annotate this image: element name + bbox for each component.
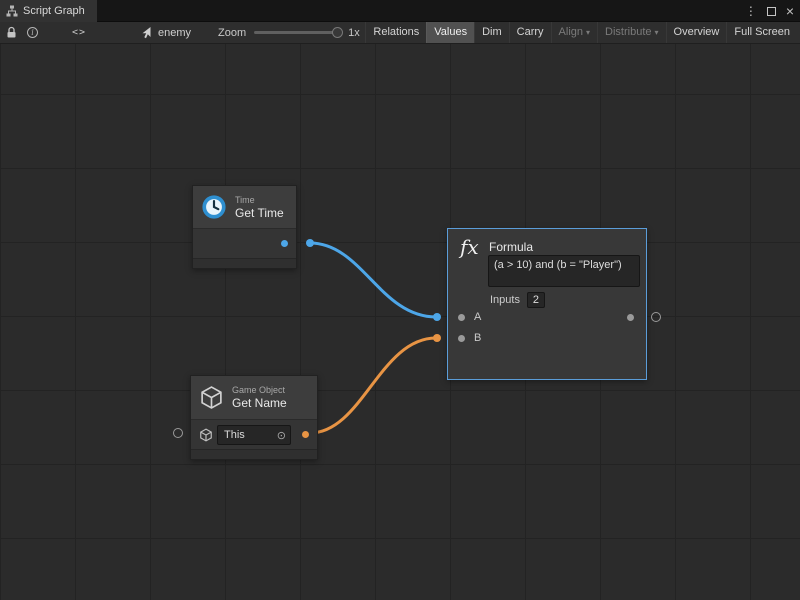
graph-canvas[interactable]: Time Get Time fx Formula (a > 10) and (b… [0, 44, 800, 600]
zoom-value: 1x [348, 27, 360, 39]
distribute-button[interactable]: Distribute ▾ [597, 22, 665, 43]
distribute-button-label: Distribute [605, 26, 651, 38]
port-b-label: B [474, 332, 481, 344]
formula-inputs-row: Inputs 2 [490, 292, 545, 308]
node-get-time-body [193, 228, 296, 258]
getname-target-connector[interactable] [173, 428, 183, 438]
port-time-output[interactable] [281, 240, 288, 247]
node-get-time-footer [193, 258, 296, 268]
node-get-name[interactable]: Game Object Get Name This ⊙ [190, 375, 318, 460]
target-object-value: This [218, 429, 277, 441]
wire-getname-to-formula-b[interactable] [310, 338, 436, 433]
node-title: Formula [489, 240, 533, 254]
port-a-input[interactable] [458, 314, 465, 321]
full-screen-button[interactable]: Full Screen [726, 22, 797, 43]
wire-endpoint-string-dest[interactable] [433, 334, 441, 342]
node-get-name-header[interactable]: Game Object Get Name [191, 376, 317, 419]
info-icon[interactable]: i [27, 27, 38, 38]
toolbar-buttons: Relations Values Dim Carry Align▾ Distri… [365, 22, 797, 43]
relations-button[interactable]: Relations [365, 22, 426, 43]
graph-toolbar: i <> enemy Zoom 1x Relations Values Dim … [0, 22, 800, 44]
inputs-count-field[interactable]: 2 [527, 292, 545, 308]
node-get-name-footer [191, 449, 317, 459]
node-get-time-titles: Time Get Time [235, 195, 284, 220]
script-graph-window: Script Graph ⋮ × i <> enemy Zoom [0, 0, 800, 600]
node-get-time-header[interactable]: Time Get Time [193, 186, 296, 228]
chevron-down-icon: ▾ [586, 28, 590, 37]
formula-fx-icon: fx [460, 235, 479, 259]
cube-icon [199, 428, 213, 442]
window-maximize-icon[interactable] [767, 7, 776, 16]
zoom-slider[interactable] [254, 31, 340, 34]
node-formula[interactable]: fx Formula (a > 10) and (b = "Player") I… [447, 228, 647, 380]
toolbar-left-group: i <> [6, 22, 86, 43]
window-controls: ⋮ × [745, 0, 798, 22]
node-get-time[interactable]: Time Get Time [192, 185, 297, 269]
graph-name-label: enemy [158, 27, 191, 39]
port-b-input[interactable] [458, 335, 465, 342]
dim-button[interactable]: Dim [474, 22, 509, 43]
overview-button[interactable]: Overview [666, 22, 727, 43]
node-get-name-body: This ⊙ [191, 419, 317, 449]
titlebar: Script Graph ⋮ × [0, 0, 800, 22]
tab-title: Script Graph [23, 5, 85, 17]
script-graph-icon [6, 5, 18, 17]
formula-expression-field[interactable]: (a > 10) and (b = "Player") [488, 255, 640, 287]
zoom-control: Zoom 1x [218, 22, 360, 43]
zoom-label: Zoom [218, 27, 246, 39]
align-button-label: Align [559, 26, 583, 38]
port-a-label: A [474, 311, 481, 323]
node-title: Get Name [232, 396, 287, 410]
formula-output-connector[interactable] [651, 312, 661, 322]
node-title: Get Time [235, 206, 284, 220]
values-button[interactable]: Values [426, 22, 474, 43]
carry-button[interactable]: Carry [509, 22, 551, 43]
port-result-output[interactable] [627, 314, 634, 321]
chevron-down-icon: ▾ [655, 28, 659, 37]
formula-port-b-row: B [448, 331, 646, 347]
connections-layer [0, 44, 800, 600]
graph-breadcrumb[interactable]: enemy [140, 22, 191, 43]
window-menu-icon[interactable]: ⋮ [745, 0, 757, 22]
game-object-cube-icon [199, 385, 224, 410]
window-close-icon[interactable]: × [786, 0, 794, 22]
inputs-label: Inputs [490, 294, 520, 306]
object-picker-icon[interactable]: ⊙ [277, 429, 290, 442]
lock-icon[interactable] [6, 26, 17, 39]
wire-endpoint-float-source[interactable] [306, 239, 314, 247]
formula-port-a-row: A [448, 310, 646, 326]
zoom-slider-handle[interactable] [332, 27, 343, 38]
clock-icon [201, 194, 227, 220]
node-category: Time [235, 195, 284, 206]
tab-script-graph[interactable]: Script Graph [0, 0, 97, 22]
wire-endpoint-float-dest[interactable] [433, 313, 441, 321]
edit-source-icon[interactable]: <> [72, 27, 86, 38]
cursor-arrow-icon [140, 26, 152, 39]
target-object-field[interactable]: This ⊙ [217, 425, 291, 445]
wire-gettime-to-formula-a[interactable] [310, 243, 436, 317]
port-name-output[interactable] [302, 431, 309, 438]
align-button[interactable]: Align▾ [551, 22, 597, 43]
node-category: Game Object [232, 385, 287, 396]
node-get-name-titles: Game Object Get Name [232, 385, 287, 410]
